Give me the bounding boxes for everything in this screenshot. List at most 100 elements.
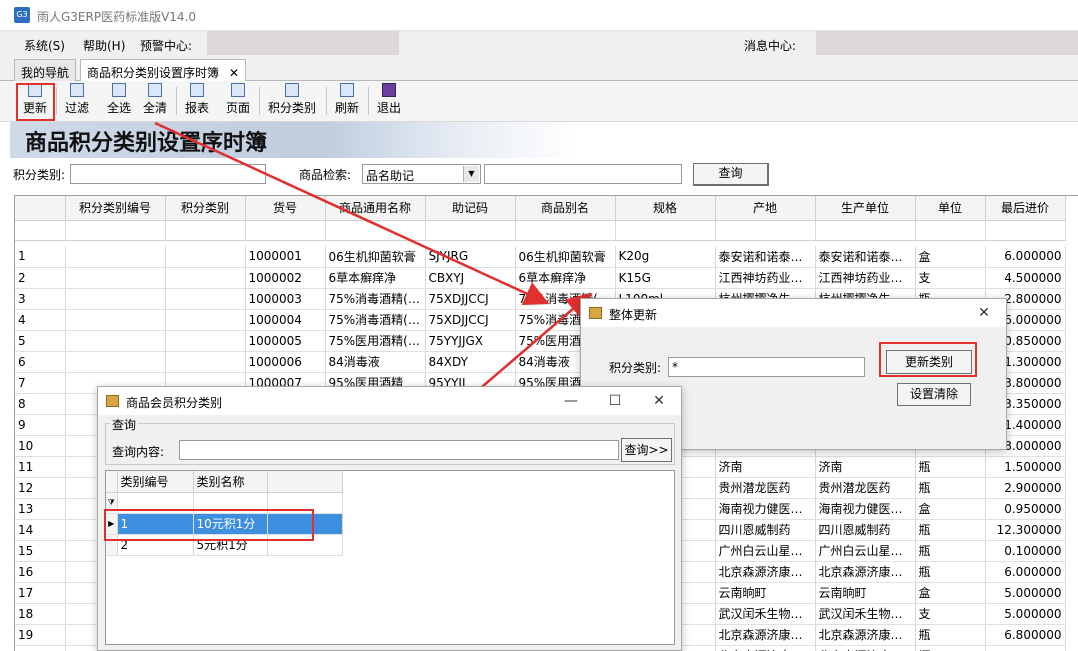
grid-cell: 北京森源济康… <box>715 645 816 651</box>
exit-button[interactable]: 退出 <box>374 83 404 119</box>
grid-cell: 20 <box>15 645 66 651</box>
clear-all-icon <box>148 83 162 97</box>
grid-cell: 四川恩威制药 <box>815 519 916 541</box>
column-header[interactable]: 规格 <box>615 196 716 221</box>
report-button[interactable]: 报表 <box>182 83 212 119</box>
grid-cell: 19 <box>15 624 66 646</box>
tab-my-navigation[interactable]: 我的导航 <box>14 59 77 81</box>
category-list-grid[interactable]: 类别编号 类别名称 ⧩ ▶ 1 10元积1分 2 5元积1分 <box>105 470 675 645</box>
clear-all-button[interactable]: 全清 <box>140 83 170 119</box>
tab-close-icon[interactable]: ✕ <box>229 66 239 80</box>
column-header[interactable]: 类别名称 <box>193 471 268 493</box>
filter-button[interactable]: 过滤 <box>62 83 92 119</box>
grid-cell: 18 <box>15 603 66 625</box>
product-search-input[interactable] <box>484 164 682 184</box>
query-content-label: 查询内容: <box>112 445 165 459</box>
maximize-icon[interactable]: ☐ <box>593 387 637 415</box>
grid-cell: 瓶 <box>915 540 986 562</box>
toolbar-separator <box>176 87 177 115</box>
grid-cell: 06生机抑菌软膏 <box>515 246 616 268</box>
menu-bar: 系统(S) 帮助(H) 预警中心: 消息中心: <box>0 31 1078 57</box>
grid-cell: 17 <box>15 582 66 604</box>
column-header[interactable]: 积分类别 <box>165 196 246 221</box>
grid-cell: 4 <box>15 309 66 331</box>
grid-cell: 5.000000 <box>985 603 1066 625</box>
window-title-bar: G3 雨人G3ERP医药标准版V14.0 <box>0 0 1078 31</box>
alert-center-panel <box>207 31 399 55</box>
grid-cell: 四川恩威制药 <box>715 519 816 541</box>
refresh-icon <box>340 83 354 97</box>
page-label: 页面 <box>225 101 250 115</box>
grid-cell: 江西神坊药业… <box>815 267 916 289</box>
grid-cell: 1.500000 <box>985 456 1066 478</box>
grid-cell: K15G <box>615 267 716 289</box>
close-icon[interactable]: ✕ <box>962 299 1006 327</box>
update-category-input[interactable]: * <box>668 357 865 377</box>
select-all-label: 全选 <box>106 101 131 115</box>
grid-cell: 云南晌町 <box>715 582 816 604</box>
menu-help[interactable]: 帮助(H) <box>83 37 125 54</box>
dialog-title: 商品会员积分类别 <box>126 396 223 410</box>
page-banner: 商品积分类别设置序时簿 <box>10 122 580 158</box>
grid-cell: 6.000000 <box>985 246 1066 268</box>
tab-label: 商品积分类别设置序时簿 <box>87 66 220 80</box>
grid-cell <box>65 351 166 373</box>
select-all-button[interactable]: 全选 <box>104 83 134 119</box>
menu-alert-center[interactable]: 预警中心: <box>140 37 192 54</box>
column-header[interactable] <box>15 196 66 221</box>
column-header[interactable]: 助记码 <box>425 196 516 221</box>
query-content-input[interactable] <box>179 440 619 460</box>
category-filter-input[interactable] <box>70 164 266 184</box>
clear-settings-button[interactable]: 设置清除 <box>897 383 971 406</box>
column-header[interactable]: 生产单位 <box>815 196 916 221</box>
grid-cell: 6草本癣痒净 <box>515 267 616 289</box>
selected-row-highlight <box>104 509 314 541</box>
search-mode-select[interactable]: 品名助记 ▼ <box>362 164 481 184</box>
column-header[interactable]: 积分类别编号 <box>65 196 166 221</box>
grid-cell: 75YYJJGX <box>425 330 516 352</box>
grid-cell: 8 <box>15 393 66 415</box>
query-button[interactable]: 查询 <box>693 163 769 186</box>
grid-cell: 瓶 <box>915 645 986 651</box>
table-row[interactable]: 2 1000002 6草本癣痒净 CBXYJ 6草本癣痒净 K15G 江西神坊药业… 江西神坊… <box>15 267 1066 289</box>
grid-cell: 6.800000 <box>985 624 1066 646</box>
grid-cell: 1 <box>15 246 66 268</box>
grid-filter-row[interactable] <box>15 220 1066 241</box>
grid-cell: 84XDY <box>425 351 516 373</box>
dialog-title: 整体更新 <box>609 308 658 322</box>
binoculars-icon <box>70 83 84 97</box>
grid-cell: 海南视力健医… <box>715 498 816 520</box>
page-title: 商品积分类别设置序时簿 <box>25 130 268 156</box>
exit-label: 退出 <box>376 101 401 115</box>
column-header[interactable]: 产地 <box>715 196 816 221</box>
grid-cell: 75%医用酒精(… <box>325 330 426 352</box>
grid-cell: 贵州潜龙医药 <box>815 477 916 499</box>
close-icon[interactable]: ✕ <box>637 387 681 415</box>
minimize-icon[interactable]: — <box>549 387 593 415</box>
points-category-button[interactable]: 积分类别 <box>266 83 318 119</box>
grid-cell: 1000004 <box>245 309 326 331</box>
grid-cell: 支 <box>915 267 986 289</box>
column-header[interactable]: 类别编号 <box>117 471 194 493</box>
query-submit-button[interactable]: 查询>> <box>621 438 672 462</box>
report-label: 报表 <box>184 101 209 115</box>
toolbar-separator <box>259 87 260 115</box>
grid-cell: 盒 <box>915 498 986 520</box>
row-indicator-header <box>106 471 118 493</box>
dialog-app-icon <box>589 307 602 319</box>
column-header[interactable]: 商品别名 <box>515 196 616 221</box>
menu-system[interactable]: 系统(S) <box>24 37 65 54</box>
grid-cell <box>165 330 246 352</box>
table-row[interactable]: 1 1000001 06生机抑菌软膏 SJYJRG 06生机抑菌软膏 K20g 泰安诺和诺泰… <box>15 246 1066 268</box>
refresh-button[interactable]: 刷新 <box>332 83 362 119</box>
column-header[interactable]: 最后进价 <box>985 196 1066 221</box>
grid-cell <box>65 267 166 289</box>
column-header[interactable]: 货号 <box>245 196 326 221</box>
column-header[interactable]: 单位 <box>915 196 986 221</box>
update-button-highlight <box>16 83 55 121</box>
grid-cell <box>165 267 246 289</box>
points-category-label: 积分类别 <box>267 101 316 115</box>
tab-points-category[interactable]: 商品积分类别设置序时簿 ✕ <box>80 59 247 82</box>
column-header[interactable]: 商品通用名称 <box>325 196 426 221</box>
page-button[interactable]: 页面 <box>223 83 253 119</box>
